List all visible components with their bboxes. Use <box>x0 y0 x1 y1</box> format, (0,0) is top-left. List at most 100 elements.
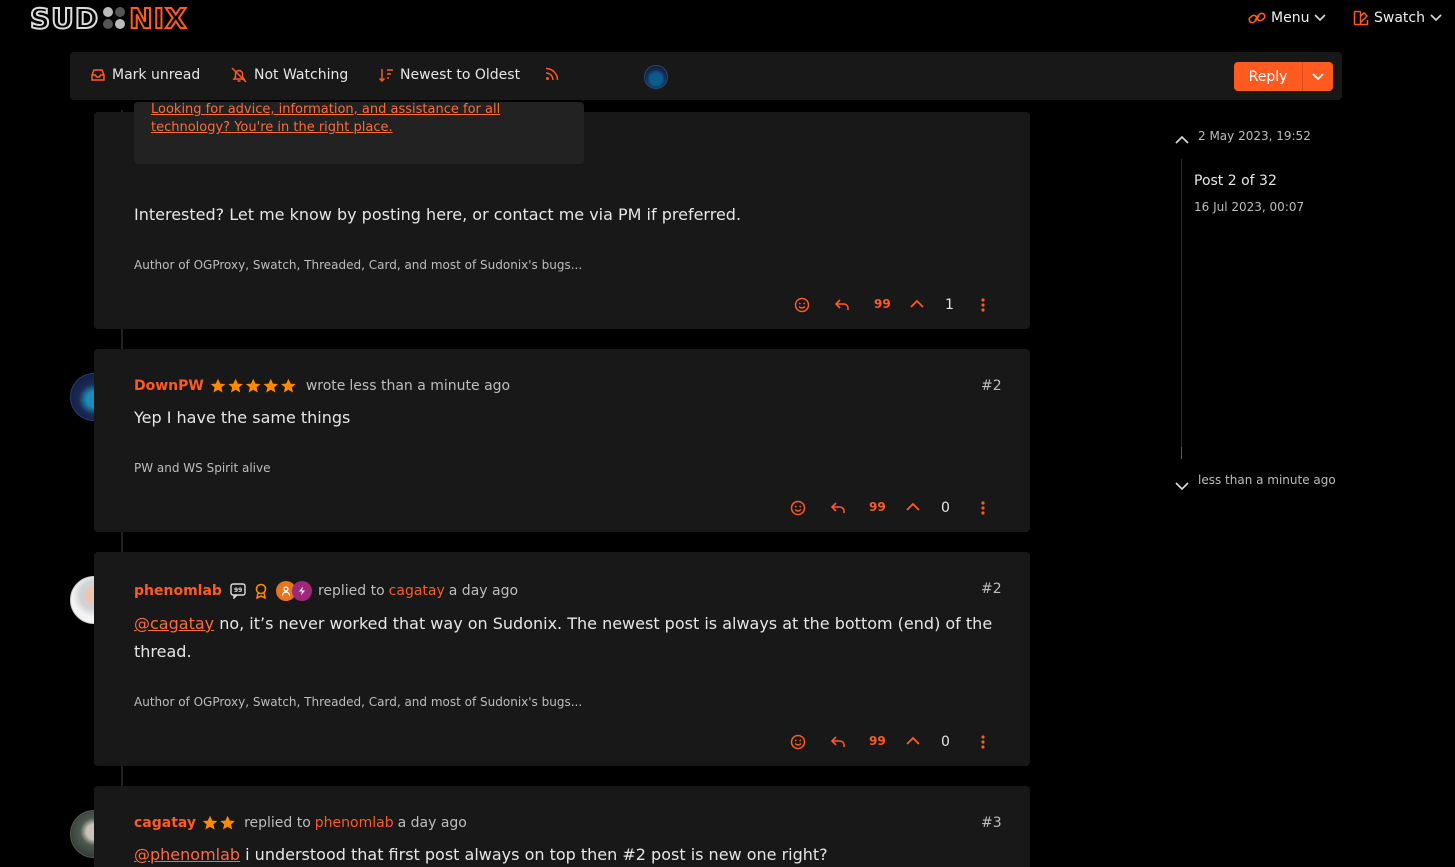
username-link[interactable]: cagatay <box>134 815 196 831</box>
chevron-up-icon <box>1175 135 1189 144</box>
chevron-down-icon <box>1312 72 1324 80</box>
star-rating <box>210 378 298 394</box>
username-link[interactable]: phenomlab <box>134 583 222 599</box>
emoji-reaction-icon[interactable] <box>790 500 806 516</box>
chevron-down-icon <box>1314 14 1327 22</box>
logo-text-sud: SUD <box>29 1 100 36</box>
navigator-position-date: 16 Jul 2023, 00:07 <box>1194 200 1305 214</box>
post-timestamp[interactable]: a day ago <box>398 815 467 831</box>
post-content: Yep I have the same things <box>134 408 351 427</box>
top-navbar: SUD NIX Menu Swatch <box>0 0 1455 40</box>
post-timestamp[interactable]: less than a minute ago <box>349 378 510 394</box>
link-preview-text[interactable]: technology? You're in the right place. <box>151 120 393 135</box>
post-content: @cagatay no, it’s never worked that way … <box>134 610 992 638</box>
reply-options-toggle[interactable] <box>1302 62 1333 91</box>
post-signature: PW and WS Spirit alive <box>134 461 271 475</box>
navigator-down-button[interactable] <box>1175 476 1189 495</box>
post-content: @phenomlab i understood that first post … <box>134 841 828 867</box>
post-card: Looking for advice, information, and ass… <box>94 102 1030 329</box>
link-preview-text[interactable]: Looking for advice, information, and ass… <box>151 102 500 117</box>
star-rating <box>202 815 236 831</box>
navigator-handle[interactable] <box>1181 447 1182 459</box>
award-badge-icon <box>255 583 267 599</box>
swatch-dropdown[interactable]: Swatch <box>1353 10 1442 26</box>
more-options-icon[interactable] <box>980 500 986 516</box>
quote-button[interactable]: 99 <box>869 734 886 748</box>
upvote-icon[interactable] <box>906 734 920 748</box>
site-logo[interactable]: SUD NIX <box>29 1 188 36</box>
user-mention-link[interactable]: @cagatay <box>134 614 214 633</box>
post-action-text: wrote <box>305 378 346 394</box>
post-number-link[interactable]: #3 <box>981 815 1002 831</box>
post-actions: 99 0 <box>790 500 990 520</box>
navigator-up-button[interactable] <box>1175 129 1189 148</box>
topic-toolbar: Mark unread Not Watching Newest to Oldes… <box>70 52 1342 100</box>
reply-arrow-icon[interactable] <box>830 734 846 750</box>
post-action-text: replied to <box>244 815 311 831</box>
post-content-text: i understood that first post always on t… <box>240 845 828 864</box>
post-actions: 99 1 <box>794 297 994 317</box>
bell-slash-icon <box>231 67 247 83</box>
swatch-icon <box>1353 10 1369 26</box>
svg-text:99: 99 <box>234 587 242 594</box>
post-content-text: thread. <box>134 642 192 661</box>
link-icon <box>1248 12 1266 24</box>
post-action-text: replied to <box>317 583 385 599</box>
post-content: Interested? Let me know by posting here,… <box>134 205 742 224</box>
username-link[interactable]: DownPW <box>134 378 204 394</box>
swatch-label: Swatch <box>1374 10 1425 26</box>
vote-count: 0 <box>941 500 950 516</box>
post-timestamp[interactable]: a day ago <box>449 583 518 599</box>
upvote-icon[interactable] <box>906 500 920 514</box>
post-header: cagatay replied to phenomlab a day ago <box>134 815 467 831</box>
link-preview-box: Looking for advice, information, and ass… <box>134 102 584 164</box>
post-card: cagatay replied to phenomlab a day ago #… <box>94 786 1030 867</box>
user-mention-link[interactable]: @phenomlab <box>134 845 240 864</box>
vote-count: 1 <box>945 297 954 313</box>
emoji-reaction-icon[interactable] <box>790 734 806 750</box>
upvote-icon[interactable] <box>910 297 924 311</box>
browsing-user-avatar[interactable] <box>644 65 668 89</box>
menu-dropdown[interactable]: Menu <box>1248 10 1327 26</box>
mark-unread-button[interactable]: Mark unread <box>90 67 200 83</box>
post-number-link[interactable]: #2 <box>981 378 1002 394</box>
reply-label: Reply <box>1248 68 1288 85</box>
quote-button[interactable]: 99 <box>874 297 891 311</box>
post-card: phenomlab 99 replied to cagatay a day ag… <box>94 552 1030 766</box>
watching-label: Not Watching <box>254 67 349 83</box>
navigator-end-date[interactable]: less than a minute ago <box>1198 473 1336 487</box>
navigator-position: Post 2 of 32 <box>1194 173 1277 189</box>
star-icon <box>210 378 296 393</box>
replied-to-user-link[interactable]: cagatay <box>389 583 445 599</box>
watching-button[interactable]: Not Watching <box>230 67 348 83</box>
menu-label: Menu <box>1271 10 1310 26</box>
navigator-track[interactable] <box>1181 159 1182 459</box>
sort-icon <box>378 69 393 83</box>
rss-feed-button[interactable] <box>545 67 559 81</box>
star-icon <box>202 815 235 830</box>
quote-button[interactable]: 99 <box>869 500 886 514</box>
sort-button[interactable]: Newest to Oldest <box>378 67 520 83</box>
post-header: phenomlab 99 replied to cagatay a day ag… <box>134 581 518 601</box>
logo-dots <box>103 7 126 29</box>
quote-bubble-badge-icon: 99 <box>230 583 246 599</box>
reply-button[interactable]: Reply <box>1234 62 1333 91</box>
post-header: DownPW wrote less than a minute ago <box>134 378 510 394</box>
reply-arrow-icon[interactable] <box>834 297 850 313</box>
mod-group-badge-icon <box>291 581 312 601</box>
sort-label: Newest to Oldest <box>400 67 521 83</box>
more-options-icon[interactable] <box>980 734 986 750</box>
rss-icon <box>545 67 559 81</box>
logo-text-nix: NIX <box>128 1 188 36</box>
emoji-reaction-icon[interactable] <box>794 297 810 313</box>
post-number-link[interactable]: #2 <box>981 581 1002 597</box>
vote-count: 0 <box>941 734 950 750</box>
navigator-start-date[interactable]: 2 May 2023, 19:52 <box>1198 129 1311 143</box>
replied-to-user-link[interactable]: phenomlab <box>315 815 394 831</box>
more-options-icon[interactable] <box>980 297 986 313</box>
reply-arrow-icon[interactable] <box>830 500 846 516</box>
chevron-down-icon <box>1430 14 1442 22</box>
chevron-down-icon <box>1175 482 1189 491</box>
post-actions: 99 0 <box>790 734 990 754</box>
post-signature: Author of OGProxy, Swatch, Threaded, Car… <box>134 258 583 272</box>
